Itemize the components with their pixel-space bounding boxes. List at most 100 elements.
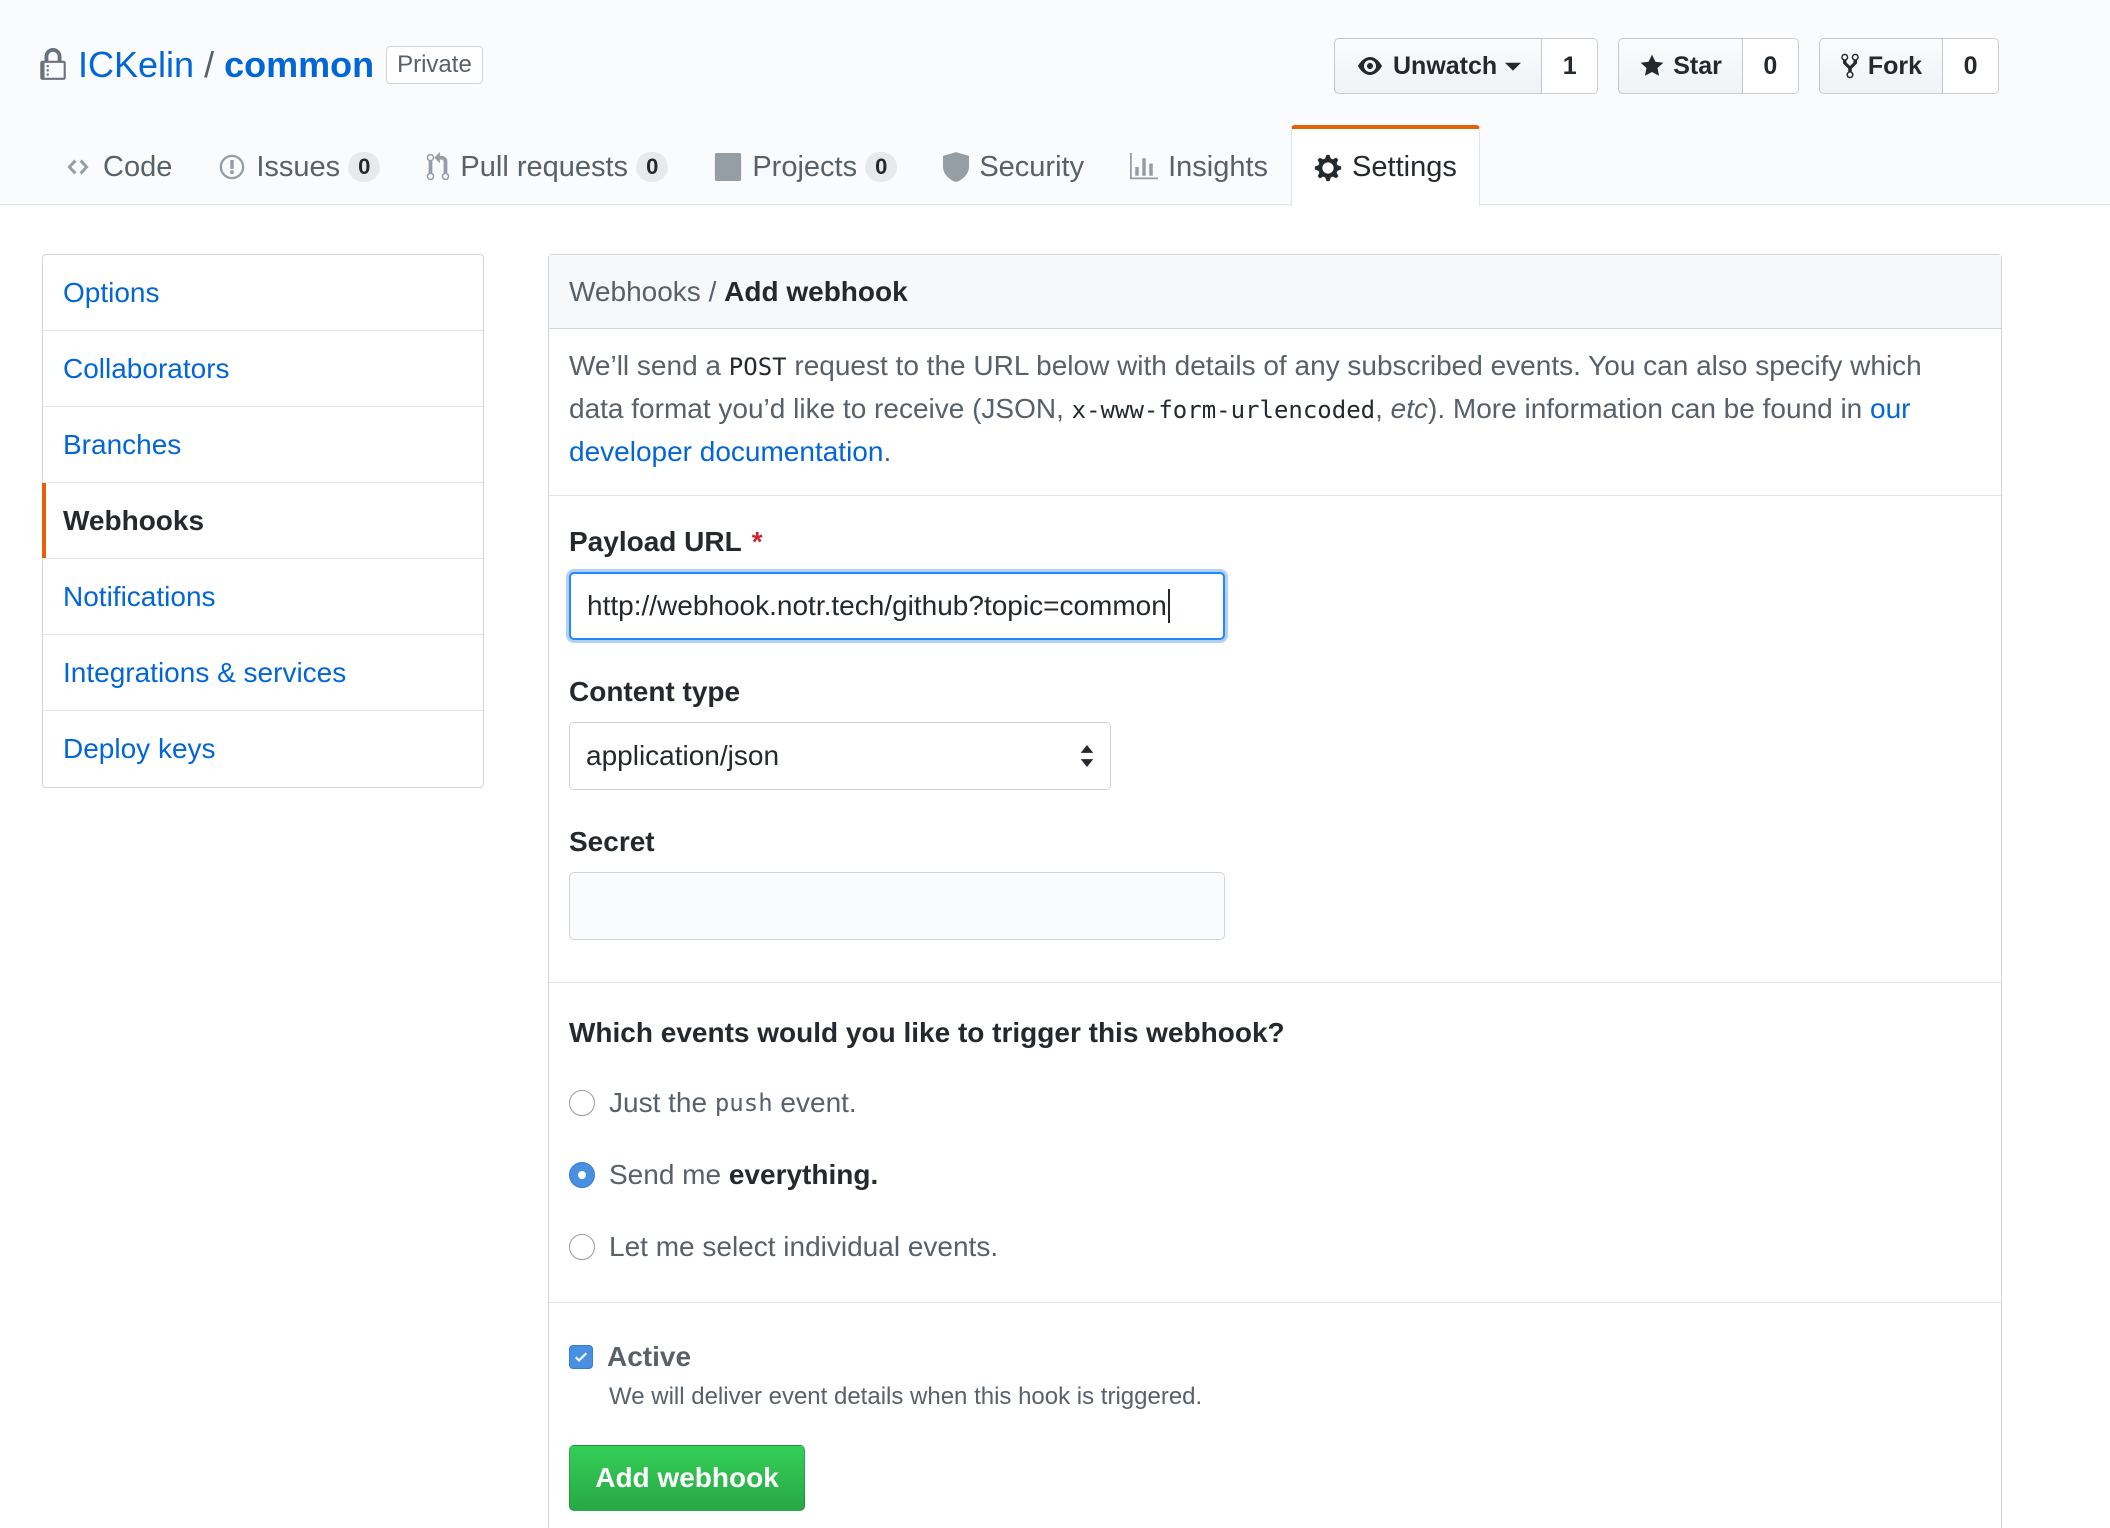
star-button[interactable]: Star xyxy=(1618,38,1743,94)
webhook-form-fields: Payload URL * http://webhook.notr.tech/g… xyxy=(549,496,2001,983)
sidebar-item-deploy-keys[interactable]: Deploy keys xyxy=(43,711,483,787)
settings-sidebar: Options Collaborators Branches Webhooks … xyxy=(42,254,484,788)
content-type-label: Content type xyxy=(569,676,741,707)
add-webhook-panel: Webhooks / Add webhook We’ll send a POST… xyxy=(548,254,2002,1528)
pagehead-actions: Unwatch 1 Star 0 Fork 0 xyxy=(1334,38,2019,94)
pull-request-icon xyxy=(427,152,450,181)
active-section: Active We will deliver event details whe… xyxy=(549,1303,2001,1511)
breadcrumb: Webhooks / Add webhook xyxy=(549,255,2001,329)
individual-events-label: Let me select individual events. xyxy=(609,1231,999,1262)
sidebar-item-options[interactable]: Options xyxy=(43,255,483,331)
repo-owner-link[interactable]: ICKelin xyxy=(78,44,194,86)
payload-url-label: Payload URL * xyxy=(569,526,1981,558)
sidebar-item-notifications[interactable]: Notifications xyxy=(43,559,483,635)
event-option-everything[interactable]: Send me everything. xyxy=(569,1157,1981,1193)
tab-insights[interactable]: Insights xyxy=(1107,125,1291,205)
unwatch-label: Unwatch xyxy=(1393,51,1498,80)
tab-code[interactable]: Code xyxy=(40,125,195,205)
private-badge: Private xyxy=(386,46,483,84)
push-event-label-pre: Just the xyxy=(609,1087,715,1118)
issues-counter: 0 xyxy=(348,152,381,182)
tab-projects[interactable]: Projects 0 xyxy=(691,125,920,205)
stars-count[interactable]: 0 xyxy=(1742,38,1799,94)
content-type-value: application/json xyxy=(586,740,780,771)
page-title: Add webhook xyxy=(724,275,908,307)
active-option[interactable]: Active xyxy=(569,1339,1981,1375)
eye-icon xyxy=(1358,57,1382,75)
fork-label: Fork xyxy=(1867,51,1923,80)
star-label: Star xyxy=(1673,51,1722,80)
caret-down-icon xyxy=(1505,62,1522,71)
everything-radio[interactable] xyxy=(569,1162,595,1188)
event-option-individual[interactable]: Let me select individual events. xyxy=(569,1229,1981,1265)
code-icon xyxy=(67,159,89,175)
active-checkbox[interactable] xyxy=(569,1345,593,1369)
required-mark: * xyxy=(751,526,763,557)
tab-pull-requests-label: Pull requests xyxy=(460,150,629,183)
gear-icon xyxy=(1314,154,1342,181)
secret-input[interactable] xyxy=(569,872,1225,940)
select-arrows-icon xyxy=(1080,745,1094,767)
project-icon xyxy=(715,153,742,181)
repo-title: ICKelin / common Private xyxy=(40,40,483,90)
intro-etc: etc xyxy=(1390,393,1429,424)
unwatch-button[interactable]: Unwatch xyxy=(1334,38,1543,94)
tab-issues-label: Issues xyxy=(256,150,341,183)
issue-icon xyxy=(220,154,245,180)
star-icon xyxy=(1640,54,1664,76)
push-event-code: push xyxy=(714,1089,773,1117)
sidebar-item-webhooks[interactable]: Webhooks xyxy=(42,483,483,559)
breadcrumb-webhooks-link[interactable]: Webhooks xyxy=(569,276,701,308)
tab-pull-requests[interactable]: Pull requests 0 xyxy=(403,125,691,205)
events-section: Which events would you like to trigger t… xyxy=(549,983,2001,1303)
projects-counter: 0 xyxy=(865,152,898,182)
content-type-select[interactable]: application/json xyxy=(569,722,1111,790)
star-group: Star 0 xyxy=(1618,38,1799,94)
payload-url-label-text: Payload URL xyxy=(569,526,742,557)
event-option-push[interactable]: Just the push event. xyxy=(569,1085,1981,1121)
individual-events-radio[interactable] xyxy=(569,1234,595,1260)
tab-security-label: Security xyxy=(979,150,1085,183)
breadcrumb-separator: / xyxy=(700,275,725,307)
fork-group: Fork 0 xyxy=(1818,38,2000,94)
sidebar-item-branches[interactable]: Branches xyxy=(43,407,483,483)
intro-part: , xyxy=(1375,393,1391,424)
checkmark-icon xyxy=(575,1352,587,1362)
add-webhook-button[interactable]: Add webhook xyxy=(569,1445,805,1511)
tab-code-label: Code xyxy=(103,150,173,183)
tab-insights-label: Insights xyxy=(1168,150,1269,183)
intro-part: We’ll send a xyxy=(569,350,729,381)
intro-part: ). More information can be found in xyxy=(1428,393,1871,424)
secret-label: Secret xyxy=(569,826,655,857)
intro-part: . xyxy=(883,436,892,467)
everything-label-pre: Send me xyxy=(609,1159,729,1190)
tab-settings-label: Settings xyxy=(1352,151,1457,183)
repo-name-link[interactable]: common xyxy=(224,44,374,86)
payload-url-value: http://webhook.notr.tech/github?topic=co… xyxy=(587,590,1167,621)
tab-issues[interactable]: Issues 0 xyxy=(195,125,403,205)
everything-label-bold: everything. xyxy=(728,1159,879,1190)
sidebar-item-collaborators[interactable]: Collaborators xyxy=(43,331,483,407)
repo-separator: / xyxy=(204,44,215,85)
intro-code-post: POST xyxy=(728,353,787,381)
shield-icon xyxy=(943,152,970,182)
tab-security[interactable]: Security xyxy=(920,125,1107,205)
graph-icon xyxy=(1130,153,1159,180)
push-event-radio[interactable] xyxy=(569,1090,595,1116)
tab-settings[interactable]: Settings xyxy=(1291,125,1480,206)
forks-count[interactable]: 0 xyxy=(1943,38,2000,94)
fork-button[interactable]: Fork xyxy=(1818,38,1944,94)
repo-nav: Code Issues 0 Pull requests 0 Projects 0… xyxy=(40,125,1480,206)
fork-icon xyxy=(1841,53,1859,79)
text-caret xyxy=(1167,589,1170,623)
lock-icon xyxy=(40,48,66,80)
pulls-counter: 0 xyxy=(636,152,669,182)
events-title: Which events would you like to trigger t… xyxy=(569,1017,1285,1048)
watchers-count[interactable]: 1 xyxy=(1542,38,1599,94)
tab-projects-label: Projects xyxy=(752,150,858,183)
watch-group: Unwatch 1 xyxy=(1334,38,1599,94)
payload-url-input[interactable]: http://webhook.notr.tech/github?topic=co… xyxy=(569,572,1225,640)
intro-code-urlencoded: x-www-form-urlencoded xyxy=(1071,396,1376,424)
push-event-label-post: event. xyxy=(772,1087,857,1118)
sidebar-item-integrations[interactable]: Integrations & services xyxy=(43,635,483,711)
